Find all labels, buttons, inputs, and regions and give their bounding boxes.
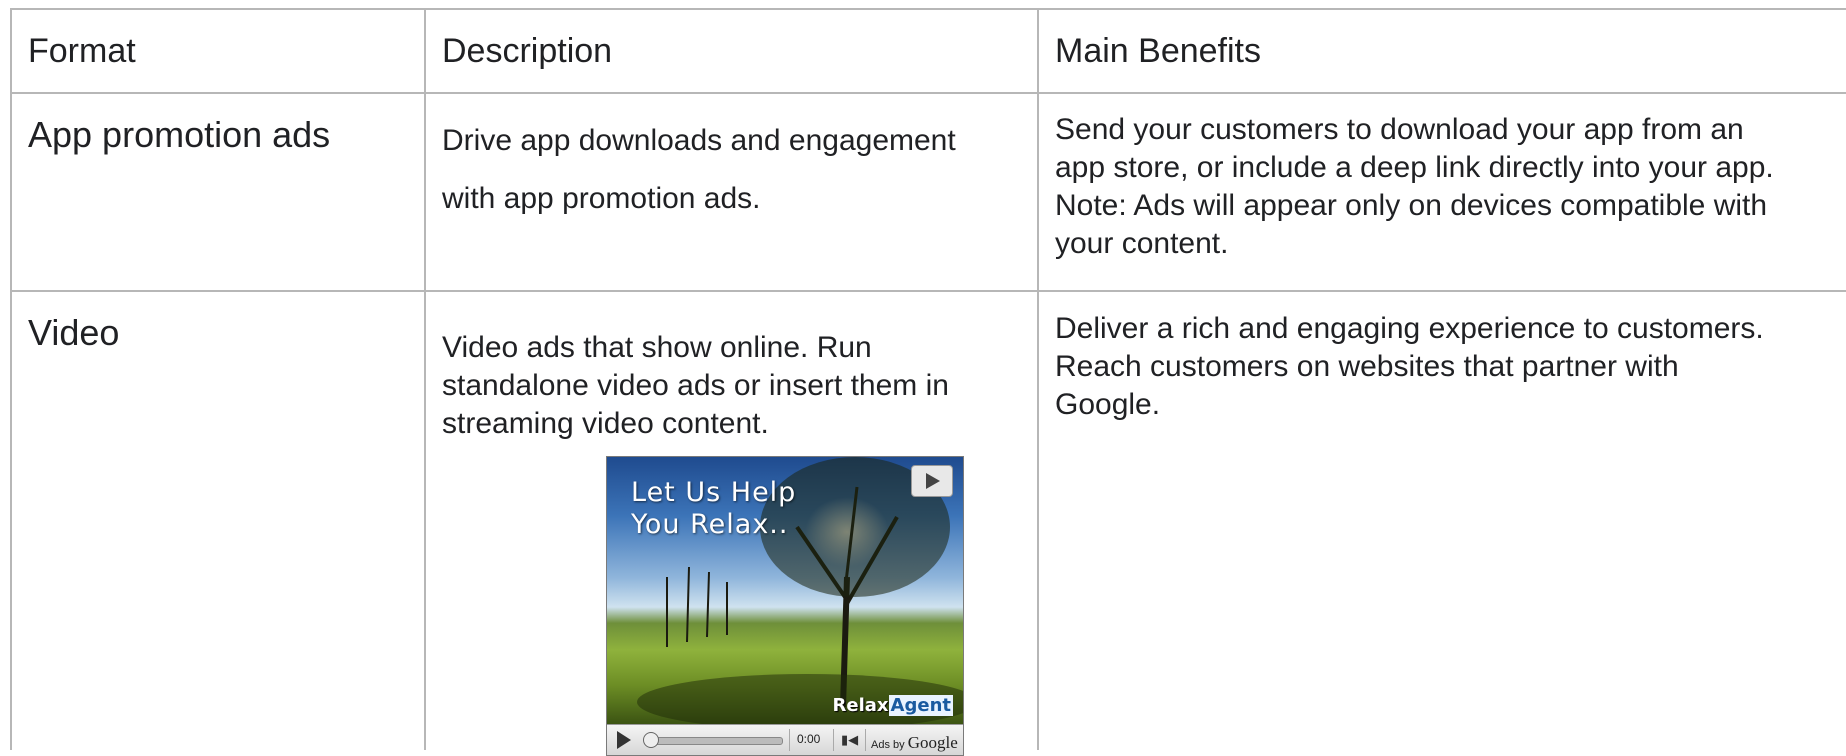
control-divider xyxy=(789,729,790,751)
seek-bar[interactable] xyxy=(645,737,783,745)
ads-by-google-label[interactable]: Ads by Google xyxy=(871,733,958,753)
row-2-description-line-3: streaming video content. xyxy=(442,407,769,440)
row-1-benefits-line-2: app store, or include a deep link direct… xyxy=(1055,151,1774,184)
play-overlay-icon[interactable] xyxy=(911,465,953,497)
row-2-benefits-line-1: Deliver a rich and engaging experience t… xyxy=(1055,312,1764,345)
header-format: Format xyxy=(28,32,136,70)
control-divider xyxy=(865,729,866,751)
row-1-format: App promotion ads xyxy=(28,114,331,155)
header-row-divider xyxy=(10,92,1846,94)
row-2-benefits-line-3: Google. xyxy=(1055,388,1161,421)
header-main-benefits: Main Benefits xyxy=(1055,32,1261,70)
row-1-benefits-line-4: your content. xyxy=(1055,227,1229,260)
table-border-left xyxy=(10,8,12,750)
ads-by-brand: Google xyxy=(907,733,958,752)
column-divider-1 xyxy=(424,8,426,750)
volume-icon[interactable]: ▮◀ xyxy=(841,732,858,748)
header-description: Description xyxy=(442,32,613,70)
row-divider xyxy=(10,290,1846,292)
control-divider xyxy=(833,729,834,751)
time-readout: 0:00 xyxy=(797,732,821,746)
video-ad-thumbnail[interactable]: Let Us Help You Relax.. Relax Agent 0:00 … xyxy=(606,456,964,756)
overlay-line-1: Let Us Help xyxy=(631,477,797,508)
row-2-description-line-2: standalone video ads or insert them in xyxy=(442,369,949,402)
play-icon[interactable] xyxy=(617,731,631,749)
advertiser-logo-part-1: Relax xyxy=(832,695,889,716)
row-1-description-line-1: Drive app downloads and engagement xyxy=(442,124,956,157)
row-1-benefits-line-3: Note: Ads will appear only on devices co… xyxy=(1055,189,1768,222)
overlay-line-2: You Relax.. xyxy=(631,509,789,540)
ads-by-prefix: Ads by xyxy=(871,739,905,751)
row-1-benefits-line-1: Send your customers to download your app… xyxy=(1055,113,1744,146)
row-1-description-line-2: with app promotion ads. xyxy=(442,182,761,215)
advertiser-logo-part-2: Agent xyxy=(888,695,953,716)
video-controls-bar: 0:00 ▮◀ Ads by Google xyxy=(607,724,963,755)
column-divider-2 xyxy=(1037,8,1039,750)
seek-handle[interactable] xyxy=(643,732,659,748)
row-2-format: Video xyxy=(28,312,120,353)
row-2-description-line-1: Video ads that show online. Run xyxy=(442,331,872,364)
table-border-top xyxy=(10,8,1846,10)
row-2-benefits-line-2: Reach customers on websites that partner… xyxy=(1055,350,1679,383)
advertiser-logo: Relax Agent xyxy=(833,695,953,716)
video-ad-scene: Let Us Help You Relax.. Relax Agent xyxy=(607,457,963,725)
ad-formats-table: Format Description Main Benefits App pro… xyxy=(10,8,1846,756)
video-ad-overlay-text: Let Us Help You Relax.. xyxy=(631,477,796,541)
